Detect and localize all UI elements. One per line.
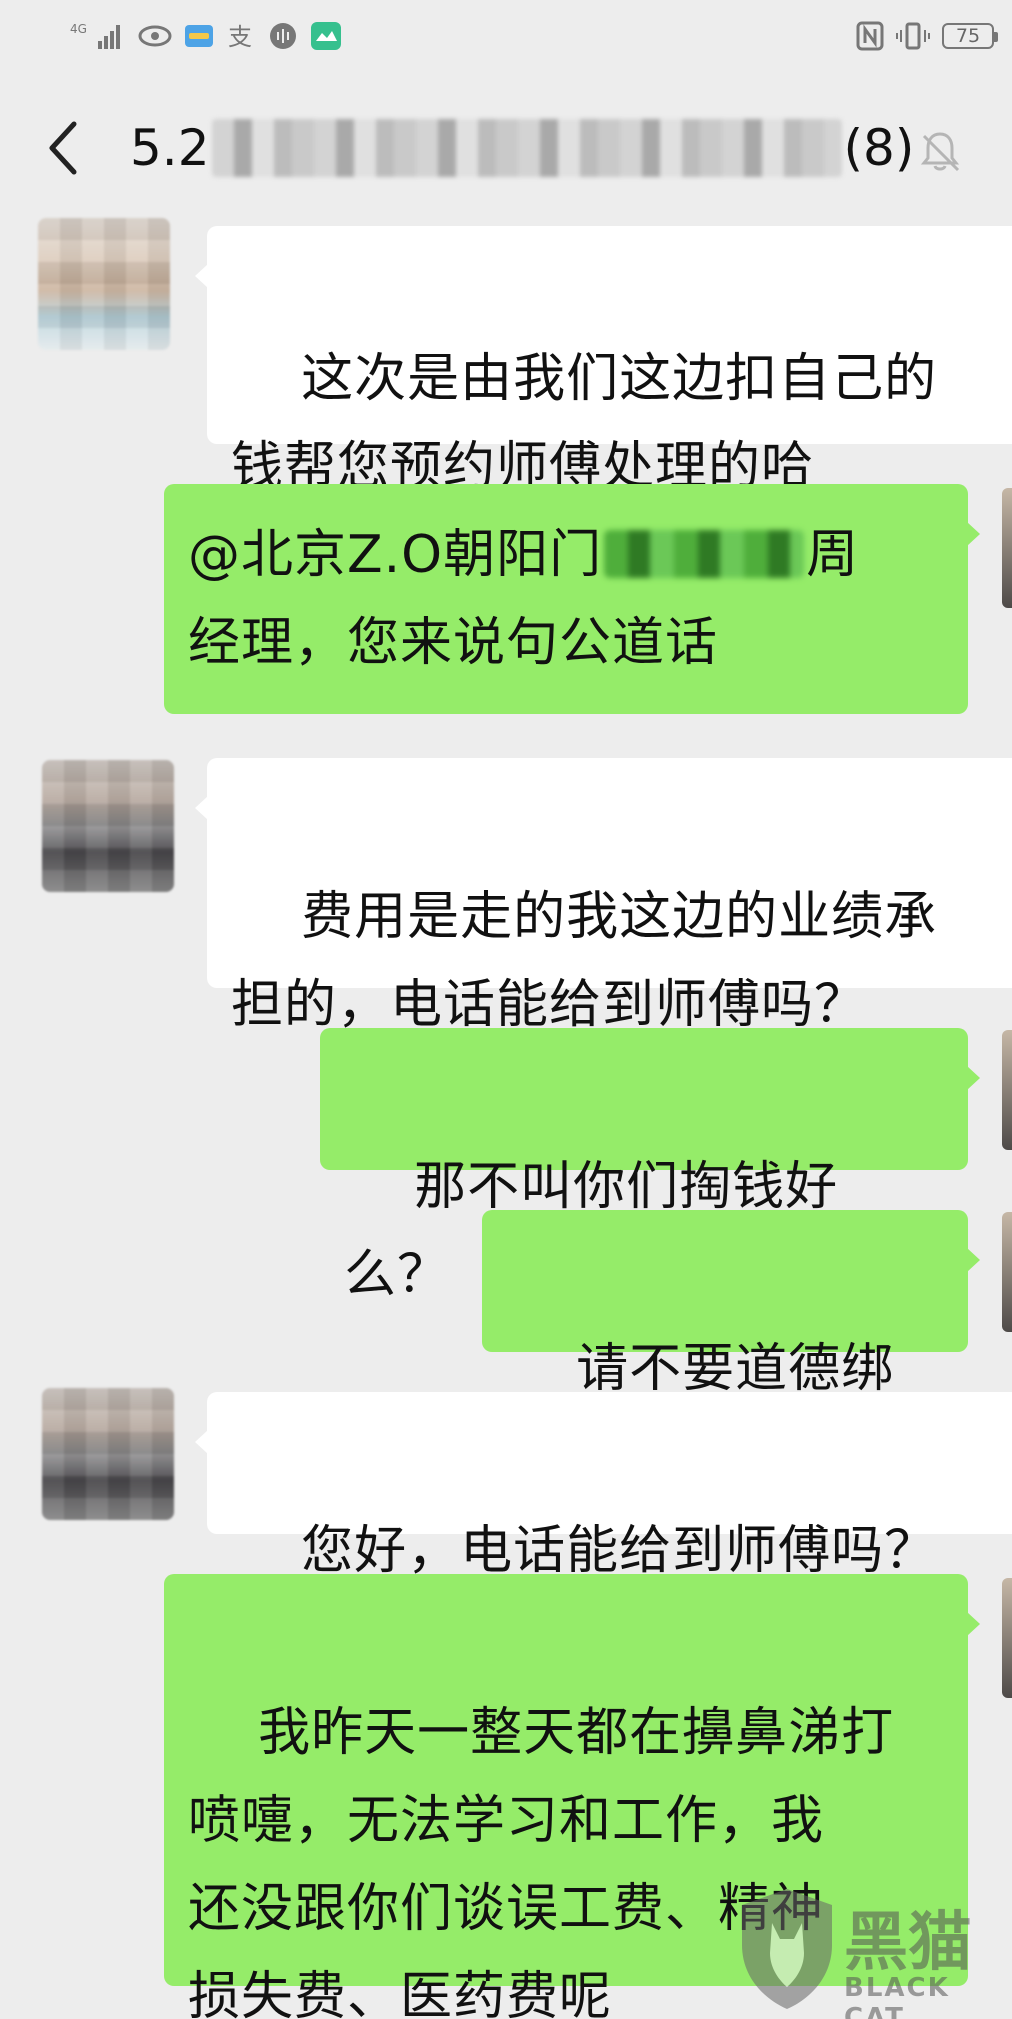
back-button[interactable]: [40, 116, 88, 180]
app-icon: [310, 21, 342, 51]
nfc-icon: [856, 21, 884, 51]
my-avatar[interactable]: [1002, 1030, 1012, 1150]
black-cat-logo: [742, 1889, 832, 2009]
chat-header: 5.2 (8): [0, 72, 1012, 232]
chat-member-count: (8): [843, 119, 915, 177]
watermark-text: 黑猫: [844, 1906, 972, 1980]
message-bubble-outgoing[interactable]: 请不要道德绑架: [482, 1210, 980, 1487]
chat-screen: 4G 支 75 5.2 (8) 这次是由我们这边扣自己的 钱帮您预约师傅处理的哈…: [0, 0, 1012, 2019]
signal-icon: 4G: [70, 21, 126, 51]
message-bubble-outgoing[interactable]: 那不叫你们掏钱好么？: [320, 1028, 980, 1305]
status-bar-left: 4G 支: [70, 18, 342, 54]
message-text-part-a: @北京Z.O朝阳门: [188, 525, 603, 585]
battery-icon: 75: [942, 23, 998, 49]
message-bubble-outgoing[interactable]: @北京Z.O朝阳门周 经理，您来说句公道话: [164, 484, 980, 714]
alipay-icon: 支: [226, 21, 256, 51]
svg-text:4G: 4G: [70, 22, 87, 36]
my-avatar[interactable]: [1002, 1212, 1012, 1332]
sender-avatar[interactable]: [42, 760, 174, 892]
chat-title[interactable]: 5.2 (8): [130, 118, 914, 178]
watermark-subtext: BLACK CAT: [844, 1973, 950, 2019]
chat-title-prefix: 5.2: [130, 119, 210, 177]
redacted-mention: [604, 530, 805, 578]
back-arrow-icon: [49, 121, 77, 175]
message-text: 您好，电话能给到师傅吗？: [301, 1521, 938, 1581]
status-bar: 4G 支 75: [0, 0, 1012, 72]
audio-icon: [268, 21, 298, 51]
my-avatar[interactable]: [1002, 488, 1012, 608]
message-bubble-incoming[interactable]: 您好，电话能给到师傅吗？: [195, 1392, 1012, 1581]
message-text: 费用是走的我这边的业绩承 担的，电话能给到师傅吗？: [231, 887, 938, 1035]
sender-avatar[interactable]: [38, 218, 170, 350]
black-cat-watermark: 黑猫 BLACK CAT: [732, 1879, 1012, 2019]
status-bar-right: 75: [856, 18, 998, 54]
sender-avatar[interactable]: [42, 1388, 174, 1520]
my-avatar[interactable]: [1002, 1578, 1012, 1698]
svg-text:支: 支: [228, 23, 252, 50]
message-text: 这次是由我们这边扣自己的 钱帮您预约师傅处理的哈: [231, 349, 938, 497]
vibrate-icon: [896, 21, 930, 51]
redacted-title: [211, 119, 842, 177]
wallet-icon: [184, 21, 214, 51]
message-bubble-incoming[interactable]: 费用是走的我这边的业绩承 担的，电话能给到师傅吗？: [195, 758, 1012, 1035]
eye-icon: [138, 21, 172, 51]
bell-muted-icon: [920, 132, 960, 172]
message-bubble-incoming[interactable]: 这次是由我们这边扣自己的 钱帮您预约师傅处理的哈: [195, 226, 1012, 497]
